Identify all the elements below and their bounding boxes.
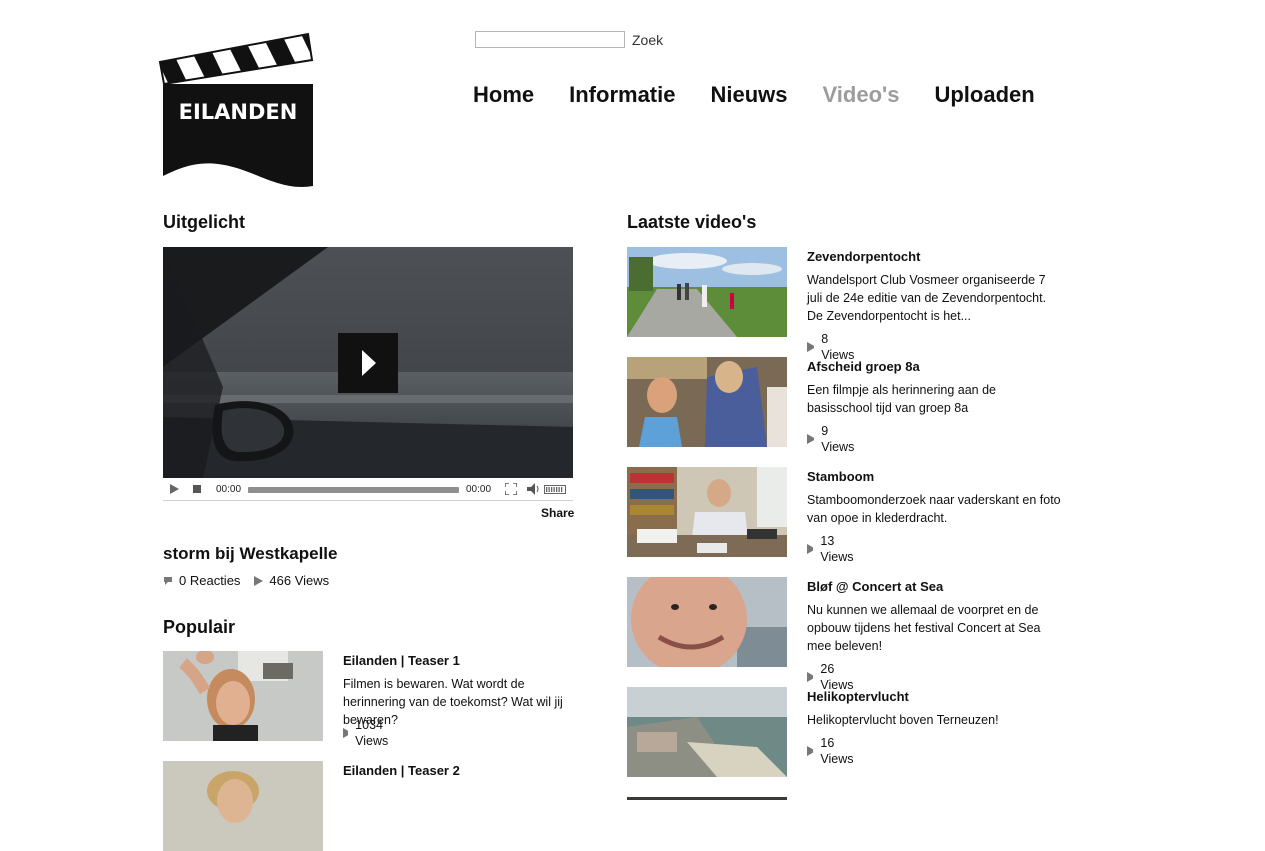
main-nav: Home Informatie Nieuws Video's Uploaden [473, 82, 1070, 108]
play-icon [362, 350, 376, 376]
video-title[interactable]: Bløf @ Concert at Sea [807, 579, 943, 595]
nav-home[interactable]: Home [473, 82, 534, 108]
seek-bar[interactable] [248, 487, 459, 493]
current-time: 00:00 [216, 484, 242, 495]
nav-informatie[interactable]: Informatie [569, 82, 675, 108]
views-play-icon [807, 672, 814, 682]
views-play-icon [807, 342, 815, 352]
volume-level-bar[interactable] [544, 485, 566, 494]
video-description: Wandelsport Club Vosmeer organiseerde 7 … [807, 273, 1047, 323]
video-description: Een filmpje als herinnering aan de basis… [807, 383, 997, 415]
video-thumbnail[interactable] [627, 687, 787, 777]
video-title[interactable]: Eilanden | Teaser 2 [343, 763, 460, 779]
video-title[interactable]: Afscheid groep 8a [807, 359, 920, 375]
views-play-icon [254, 575, 264, 586]
duration: 00:00 [466, 484, 492, 495]
featured-meta: 0 Reacties 466 Views [163, 573, 343, 588]
nav-nieuws[interactable]: Nieuws [710, 82, 787, 108]
latest-heading: Laatste video's [627, 212, 757, 232]
views-play-icon [807, 544, 814, 554]
nav-videos[interactable]: Video's [823, 82, 900, 108]
play-button[interactable] [338, 333, 398, 393]
video-thumbnail[interactable] [627, 357, 787, 447]
comment-icon [164, 576, 172, 585]
video-views: 1034 Views [343, 717, 392, 749]
views-play-icon [807, 434, 815, 444]
views-play-icon [807, 746, 814, 756]
eilanden-logo[interactable]: EILANDEN [158, 32, 318, 190]
video-title[interactable]: Helikoptervlucht [807, 689, 909, 705]
views-count: 16 Views [820, 736, 854, 766]
video-title[interactable]: Stamboom [807, 469, 874, 485]
video-description: Stamboomonderzoek naar vaderskant en fot… [807, 493, 1061, 525]
play-icon[interactable] [170, 484, 179, 494]
fullscreen-icon[interactable] [505, 483, 517, 495]
video-views: 13 Views [807, 533, 856, 565]
video-title[interactable]: Eilanden | Teaser 1 [343, 653, 460, 669]
video-views: 9 Views [807, 423, 856, 455]
video-thumbnail[interactable] [627, 577, 787, 667]
views-play-icon [343, 728, 349, 738]
featured-video-title[interactable]: storm bij Westkapelle [163, 544, 337, 564]
views-count: 9 Views [821, 424, 855, 454]
views-count: 466 Views [269, 573, 330, 588]
stop-icon[interactable] [193, 484, 201, 494]
video-player[interactable] [163, 247, 573, 478]
views-count: 1034 Views [355, 718, 389, 748]
reactions-count[interactable]: 0 Reacties [179, 573, 240, 588]
video-thumbnail[interactable] [627, 467, 787, 557]
search-input[interactable] [475, 31, 625, 48]
search-button[interactable]: Zoek [632, 32, 663, 48]
nav-uploaden[interactable]: Uploaden [934, 82, 1034, 108]
video-description: Nu kunnen we allemaal de voorpret en de … [807, 603, 1041, 653]
popular-heading: Populair [163, 617, 236, 637]
video-views: 16 Views [807, 735, 856, 767]
video-thumbnail[interactable] [627, 247, 787, 337]
logo-text: EILANDEN [179, 100, 298, 124]
volume-icon[interactable] [527, 483, 539, 495]
video-thumbnail[interactable] [163, 651, 323, 741]
featured-heading: Uitgelicht [163, 212, 246, 232]
video-description: Helikoptervlucht boven Terneuzen! [807, 713, 999, 727]
video-thumbnail[interactable] [163, 761, 323, 851]
views-count: 13 Views [820, 534, 854, 564]
share-button[interactable]: Share [541, 506, 574, 520]
player-controls: 00:00 00:00 [163, 480, 573, 501]
video-title[interactable]: Zevendorpentocht [807, 249, 920, 265]
